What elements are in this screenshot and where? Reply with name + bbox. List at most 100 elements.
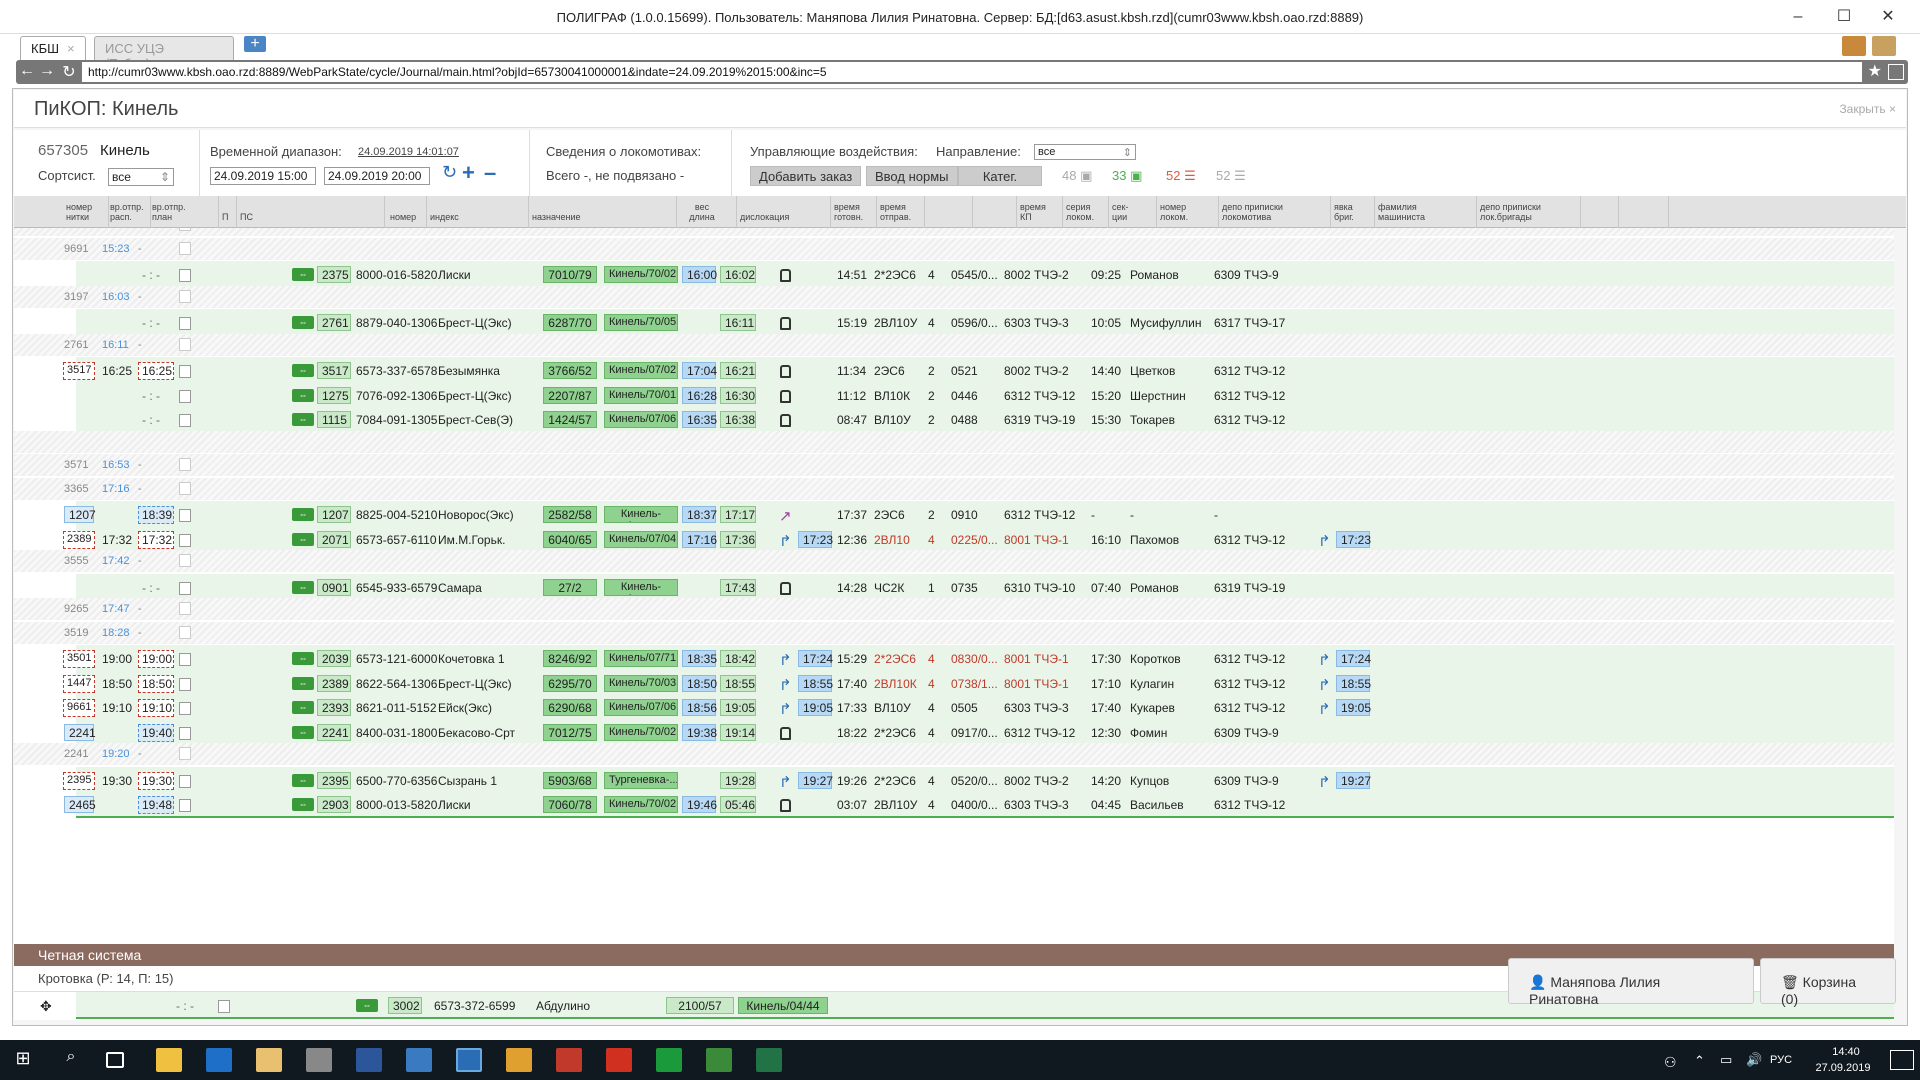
thread-number[interactable]: 1207 — [64, 506, 96, 523]
train-number[interactable]: 2395 — [317, 771, 351, 789]
app-icon[interactable] — [556, 1048, 582, 1072]
route-arrow-icon[interactable]: ↱ — [779, 651, 792, 669]
dislocation[interactable]: Тургеневка-... — [604, 771, 678, 789]
dislocation[interactable]: Кинель/07/06 — [604, 411, 678, 428]
table-row[interactable]: - : - ⇔ 2375 8000-016-5820 Лиски 7010/79 Кинел… — [14, 261, 1894, 288]
table-row[interactable]: 1207 18:39 ⇔ 1207 8825-004-5210 Новорос(Экс) 2… — [14, 501, 1894, 528]
task-view-icon[interactable] — [106, 1052, 124, 1068]
dislocation[interactable]: Кинель/07/02 — [604, 362, 678, 379]
checkbox[interactable] — [179, 726, 191, 740]
app-icon[interactable] — [656, 1048, 682, 1072]
train-number[interactable]: 2903 — [317, 796, 351, 813]
crew-time[interactable]: 18:55 — [1336, 674, 1371, 692]
browser-icon[interactable] — [206, 1048, 232, 1072]
checkbox[interactable] — [179, 458, 191, 471]
plus-icon[interactable]: + — [462, 160, 475, 186]
back-icon[interactable]: ← — [18, 62, 36, 80]
route-arrow-icon[interactable]: ↱ — [1318, 700, 1331, 718]
table-row[interactable]: 3517 16:25 16:25 ⇔ 3517 6573-337-6578 Безымянк… — [14, 357, 1894, 384]
crew-time[interactable]: 19:05 — [1336, 699, 1371, 716]
train-icon[interactable] — [780, 414, 791, 427]
train-number[interactable]: 2039 — [317, 650, 351, 667]
from-date-input[interactable]: 24.09.2019 15:00 — [210, 167, 316, 185]
kp-plan-time[interactable]: 18:55 — [798, 674, 833, 692]
route-arrow-icon[interactable]: ↱ — [779, 532, 792, 550]
reload-icon[interactable]: ↻ — [60, 62, 78, 82]
norm-input-button[interactable]: Ввод нормы — [866, 166, 958, 186]
move-icon[interactable]: ✥ — [40, 998, 52, 1015]
table-row[interactable]: 2465 19:48 ⇔ 2903 8000-013-5820 Лиски 7060/78 К… — [14, 791, 1894, 818]
checkbox[interactable] — [179, 581, 191, 595]
train-icon[interactable] — [780, 317, 791, 330]
plan-time[interactable]: 18:50 — [138, 674, 174, 693]
checkbox[interactable] — [179, 509, 191, 522]
notification-icon[interactable] — [1842, 36, 1866, 56]
crew-time[interactable]: 17:24 — [1336, 650, 1371, 667]
clock-date[interactable]: 27.09.2019 — [1808, 1062, 1878, 1074]
plan-time[interactable]: 19:48 — [138, 796, 174, 814]
language-indicator[interactable]: РУС — [1770, 1054, 1792, 1066]
plan-time[interactable]: 16:25 — [138, 362, 174, 380]
train-number[interactable]: 3002 — [388, 997, 422, 1014]
search-icon[interactable]: ⌕ — [58, 1048, 84, 1072]
train-icon[interactable] — [780, 389, 791, 403]
train-icon[interactable] — [780, 726, 791, 740]
route-arrow-icon[interactable]: ↱ — [1318, 651, 1331, 669]
pdf-icon[interactable] — [606, 1048, 632, 1072]
thread-number[interactable]: 2465 — [64, 796, 96, 813]
forward-icon[interactable]: → — [38, 62, 56, 80]
thread-number[interactable]: 2389 — [63, 530, 95, 549]
checkbox[interactable] — [179, 289, 191, 303]
dislocation[interactable]: Кинель-Але... — [604, 578, 678, 596]
excel-icon[interactable] — [756, 1048, 782, 1072]
checkbox[interactable] — [179, 414, 191, 427]
user-button[interactable]: 👤 Маняпова Лилия Ринатовна — [1508, 958, 1754, 1007]
checkbox[interactable] — [179, 269, 191, 282]
dislocation[interactable]: Кинель/07/06 — [604, 699, 678, 716]
table-row[interactable]: 2389 17:32 17:32 ⇔ 2071 6573-657-6110 Им.М.Гор… — [14, 525, 1894, 553]
app-icon[interactable] — [406, 1048, 432, 1072]
thread-number[interactable]: 1447 — [63, 674, 95, 693]
train-number[interactable]: 2241 — [317, 723, 351, 741]
kp-plan-time[interactable]: 17:23 — [798, 530, 833, 548]
minus-icon[interactable]: – — [484, 160, 496, 186]
tab-iss[interactable]: ИСС УЦЭ (Табло)× — [94, 36, 234, 71]
notifications-icon[interactable] — [1890, 1050, 1914, 1070]
clock-time[interactable]: 14:40 — [1826, 1046, 1866, 1058]
train-icon[interactable] — [780, 365, 791, 378]
checkbox[interactable] — [179, 533, 191, 547]
plan-time[interactable]: 17:32 — [138, 530, 174, 549]
route-arrow-icon[interactable]: ↱ — [1318, 773, 1331, 791]
checkbox[interactable] — [179, 481, 191, 495]
train-icon[interactable] — [780, 581, 791, 595]
thread-number[interactable]: 2241 — [64, 723, 96, 741]
file-explorer-icon[interactable] — [156, 1048, 182, 1072]
add-order-button[interactable]: Добавить заказ — [750, 166, 862, 186]
app-icon[interactable] — [306, 1048, 332, 1072]
star-icon[interactable]: ★ — [1868, 61, 1882, 81]
network-icon[interactable]: ▭ — [1720, 1052, 1732, 1068]
poligraf-icon[interactable] — [456, 1048, 482, 1072]
dislocation[interactable]: Кинель/70/01 — [604, 386, 678, 404]
table-row[interactable]: 2241 19:40 ⇔ 2241 8400-031-1800 Бекасово-Срт 7… — [14, 718, 1894, 746]
route-arrow-icon[interactable]: ↱ — [779, 773, 792, 791]
route-arrow-icon[interactable]: ↱ — [1318, 532, 1331, 550]
dislocation[interactable]: Кинель/70/02 — [604, 723, 678, 741]
train-number[interactable]: 2761 — [317, 314, 351, 331]
train-number[interactable]: 1115 — [317, 411, 351, 428]
dislocation[interactable]: Кинель-Але... — [604, 506, 678, 523]
kp-plan-time[interactable]: 17:24 — [798, 650, 833, 667]
direction-select[interactable]: все ⇕ — [1034, 144, 1136, 160]
close-window-button[interactable]: ✕ — [1868, 6, 1908, 28]
dislocation[interactable]: Кинель/70/02 — [604, 796, 678, 813]
checkbox[interactable] — [179, 317, 191, 330]
volume-icon[interactable]: 🔊 — [1746, 1052, 1762, 1068]
checkbox[interactable] — [179, 389, 191, 403]
category-button[interactable]: Катег. — [958, 166, 1042, 186]
tab-kbsh[interactable]: КБШ × — [20, 36, 86, 60]
train-icon[interactable] — [780, 269, 791, 282]
checkbox[interactable] — [179, 365, 191, 378]
plan-time[interactable]: 18:39 — [138, 506, 174, 524]
crew-time[interactable]: 19:27 — [1336, 771, 1371, 789]
chart-icon[interactable]: ↗ — [779, 507, 792, 525]
